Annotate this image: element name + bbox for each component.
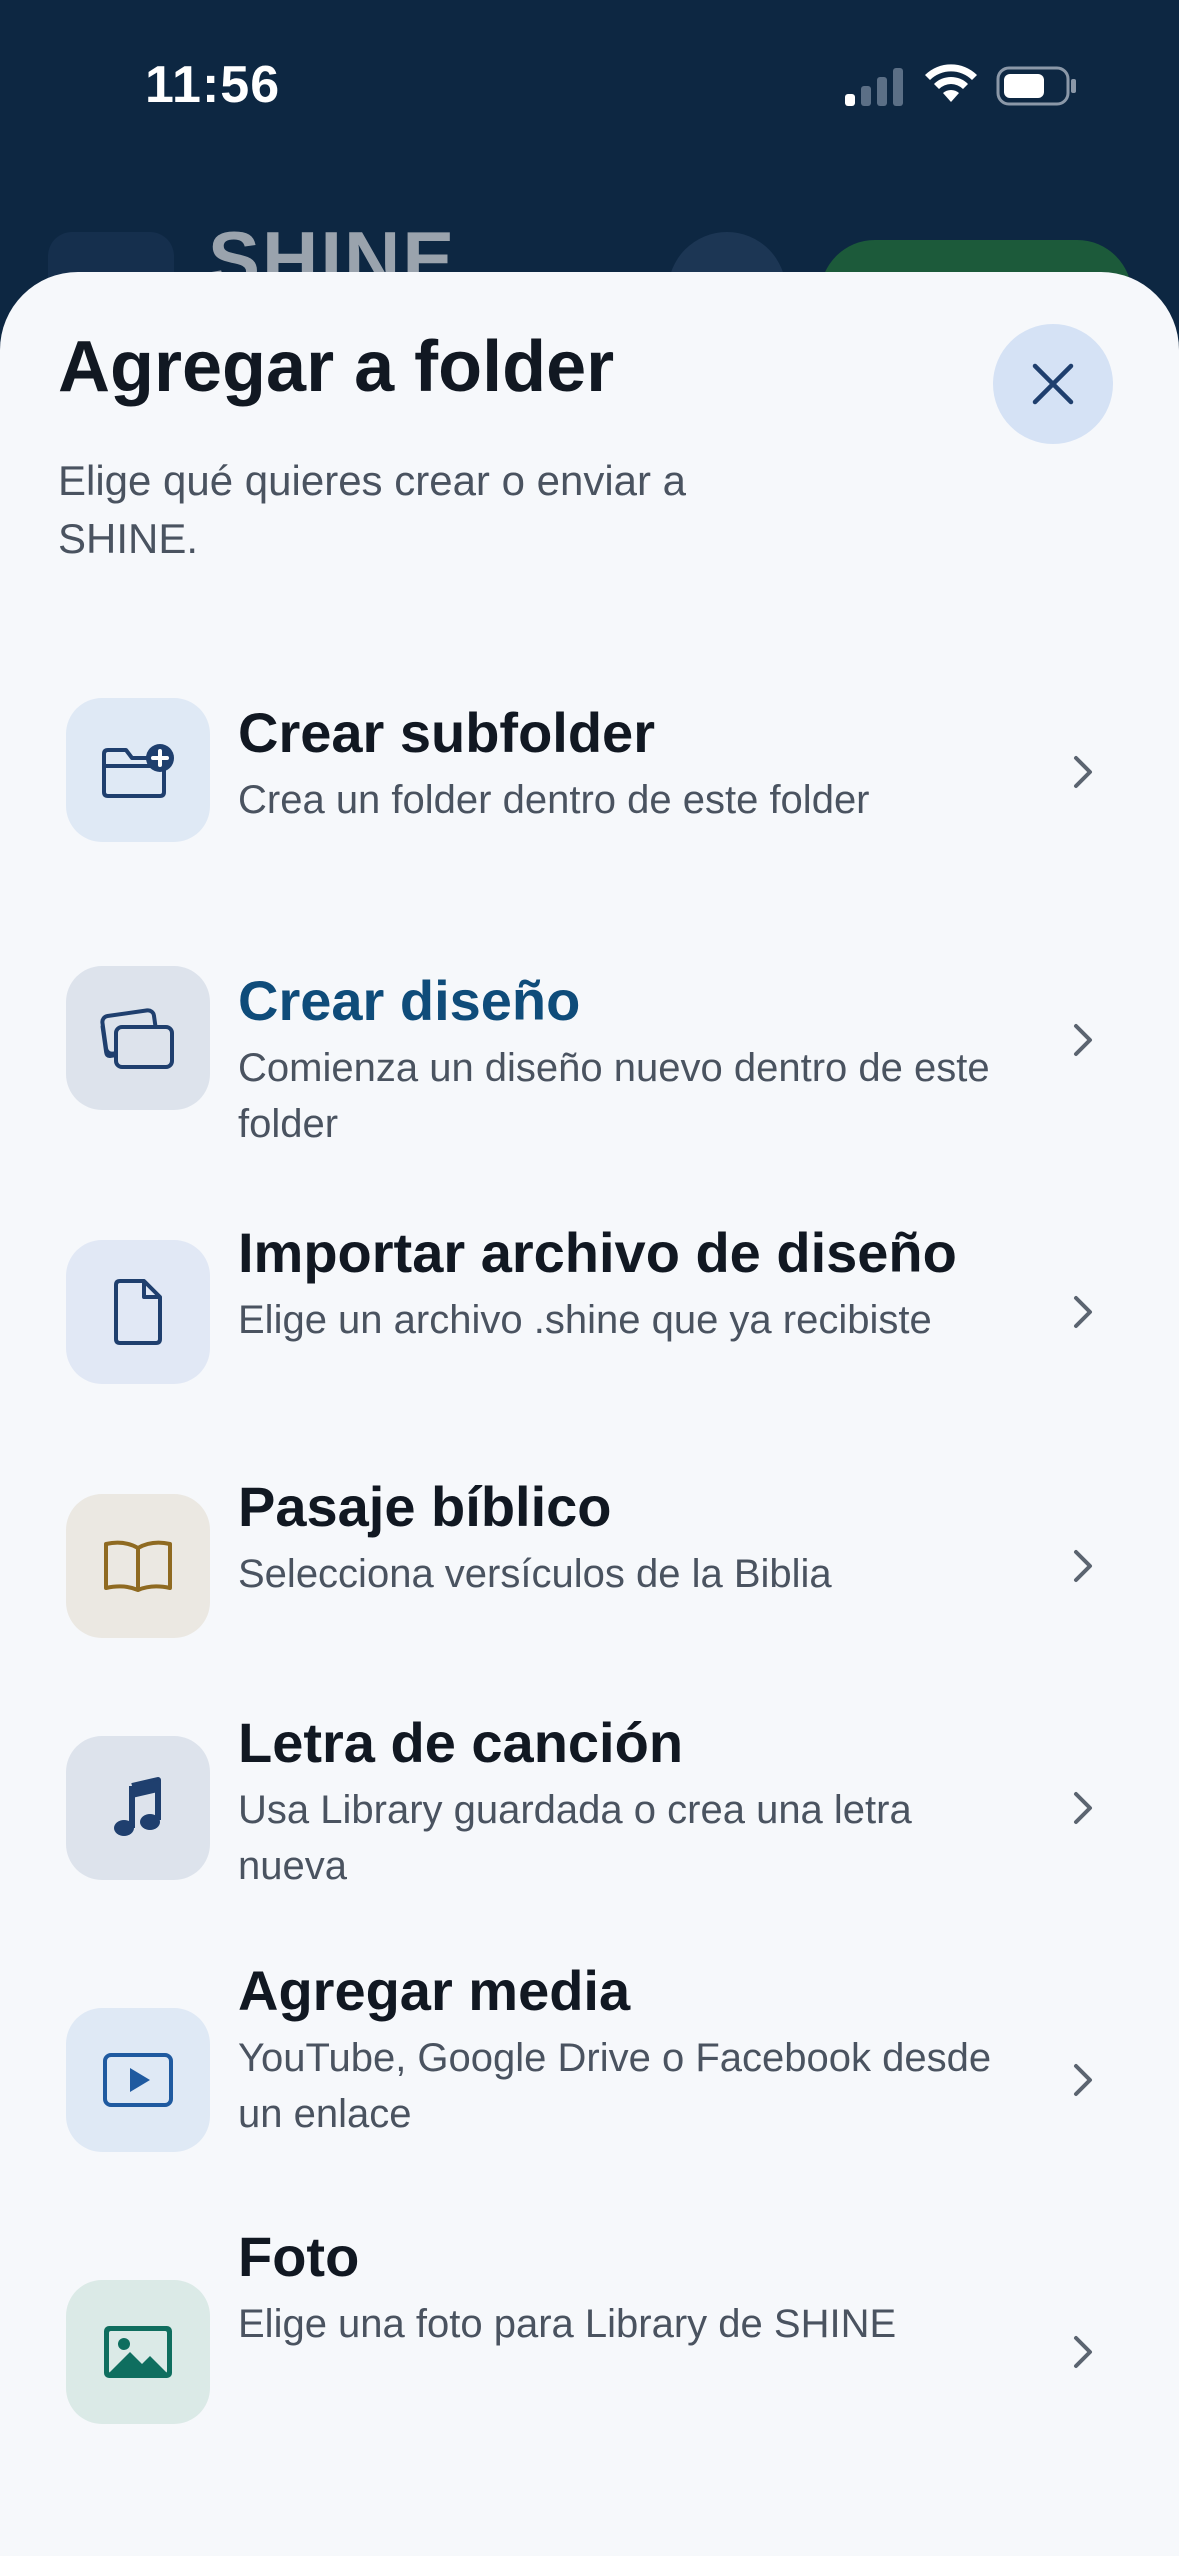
play-icon-tile [66, 2008, 210, 2152]
option-title: Pasaje bíblico [238, 1475, 612, 1538]
chevron-right-icon [1074, 2064, 1092, 2096]
option-create-design[interactable]: Crear diseño Comienza un diseño nuevo de… [58, 948, 1128, 1148]
option-bible-passage[interactable]: Pasaje bíblico Selecciona versículos de … [58, 1474, 1128, 1654]
add-to-folder-sheet: Agregar a folder Elige qué quieres crear… [0, 272, 1179, 2556]
option-import-design-file[interactable]: Importar archivo de diseño Elige un arch… [58, 1212, 1128, 1412]
option-description: Elige un archivo .shine que ya recibiste [238, 1298, 932, 1342]
option-description: Usa Library guardada o crea una letra nu… [238, 1788, 912, 1888]
wifi-icon [925, 64, 977, 102]
chevron-right-icon [1074, 1550, 1092, 1582]
close-button[interactable] [993, 324, 1113, 444]
option-description: Selecciona versículos de la Biblia [238, 1552, 832, 1596]
status-time: 11:56 [145, 56, 281, 114]
music-note-icon-tile [66, 1736, 210, 1880]
book-icon-tile [66, 1494, 210, 1638]
chevron-right-icon [1074, 1024, 1092, 1056]
option-song-lyrics[interactable]: Letra de canción Usa Library guardada o … [58, 1710, 1128, 1910]
option-add-media[interactable]: Agregar media YouTube, Google Drive o Fa… [58, 1956, 1128, 2156]
option-title: Crear diseño [238, 969, 581, 1032]
folder-plus-icon [102, 744, 174, 798]
chevron-right-icon [1074, 1792, 1092, 1824]
option-description: YouTube, Google Drive o Facebook desde u… [238, 2036, 992, 2136]
sheet-title: Agregar a folder [58, 327, 615, 407]
music-note-icon [114, 1777, 161, 1836]
chevron-right-icon [1074, 1296, 1092, 1328]
option-description: Comienza un diseño nuevo dentro de este … [238, 1046, 990, 1146]
book-icon [104, 1540, 172, 1592]
option-title: Importar archivo de diseño [238, 1221, 957, 1284]
option-title: Letra de canción [238, 1711, 684, 1774]
option-photo[interactable]: Foto Elige una foto para Library de SHIN… [58, 2224, 1128, 2424]
option-description: Crea un folder dentro de este folder [238, 778, 870, 822]
option-description: Elige una foto para Library de SHINE [238, 2302, 897, 2346]
image-icon-tile [66, 2280, 210, 2424]
image-icon [104, 2326, 172, 2378]
chevron-right-icon [1074, 756, 1092, 788]
option-title: Foto [238, 2225, 360, 2288]
chevron-right-icon [1074, 2336, 1092, 2368]
option-title: Crear subfolder [238, 701, 655, 764]
close-icon [1032, 363, 1074, 405]
sheet-subtitle: Elige qué quieres crear o enviar a SHINE… [58, 457, 687, 562]
battery-icon [996, 66, 1076, 106]
cards-icon-tile [66, 966, 210, 1110]
status-bar: 11:56 [0, 0, 1179, 170]
cards-icon [100, 1008, 174, 1069]
play-icon [103, 2053, 173, 2107]
file-icon-tile [66, 1240, 210, 1384]
folder-plus-icon-tile [66, 698, 210, 842]
option-title: Agregar media [238, 1959, 631, 2022]
cellular-signal-icon [845, 68, 903, 106]
option-create-subfolder[interactable]: Crear subfolder Crea un folder dentro de… [58, 680, 1128, 860]
file-icon [114, 1279, 162, 1345]
